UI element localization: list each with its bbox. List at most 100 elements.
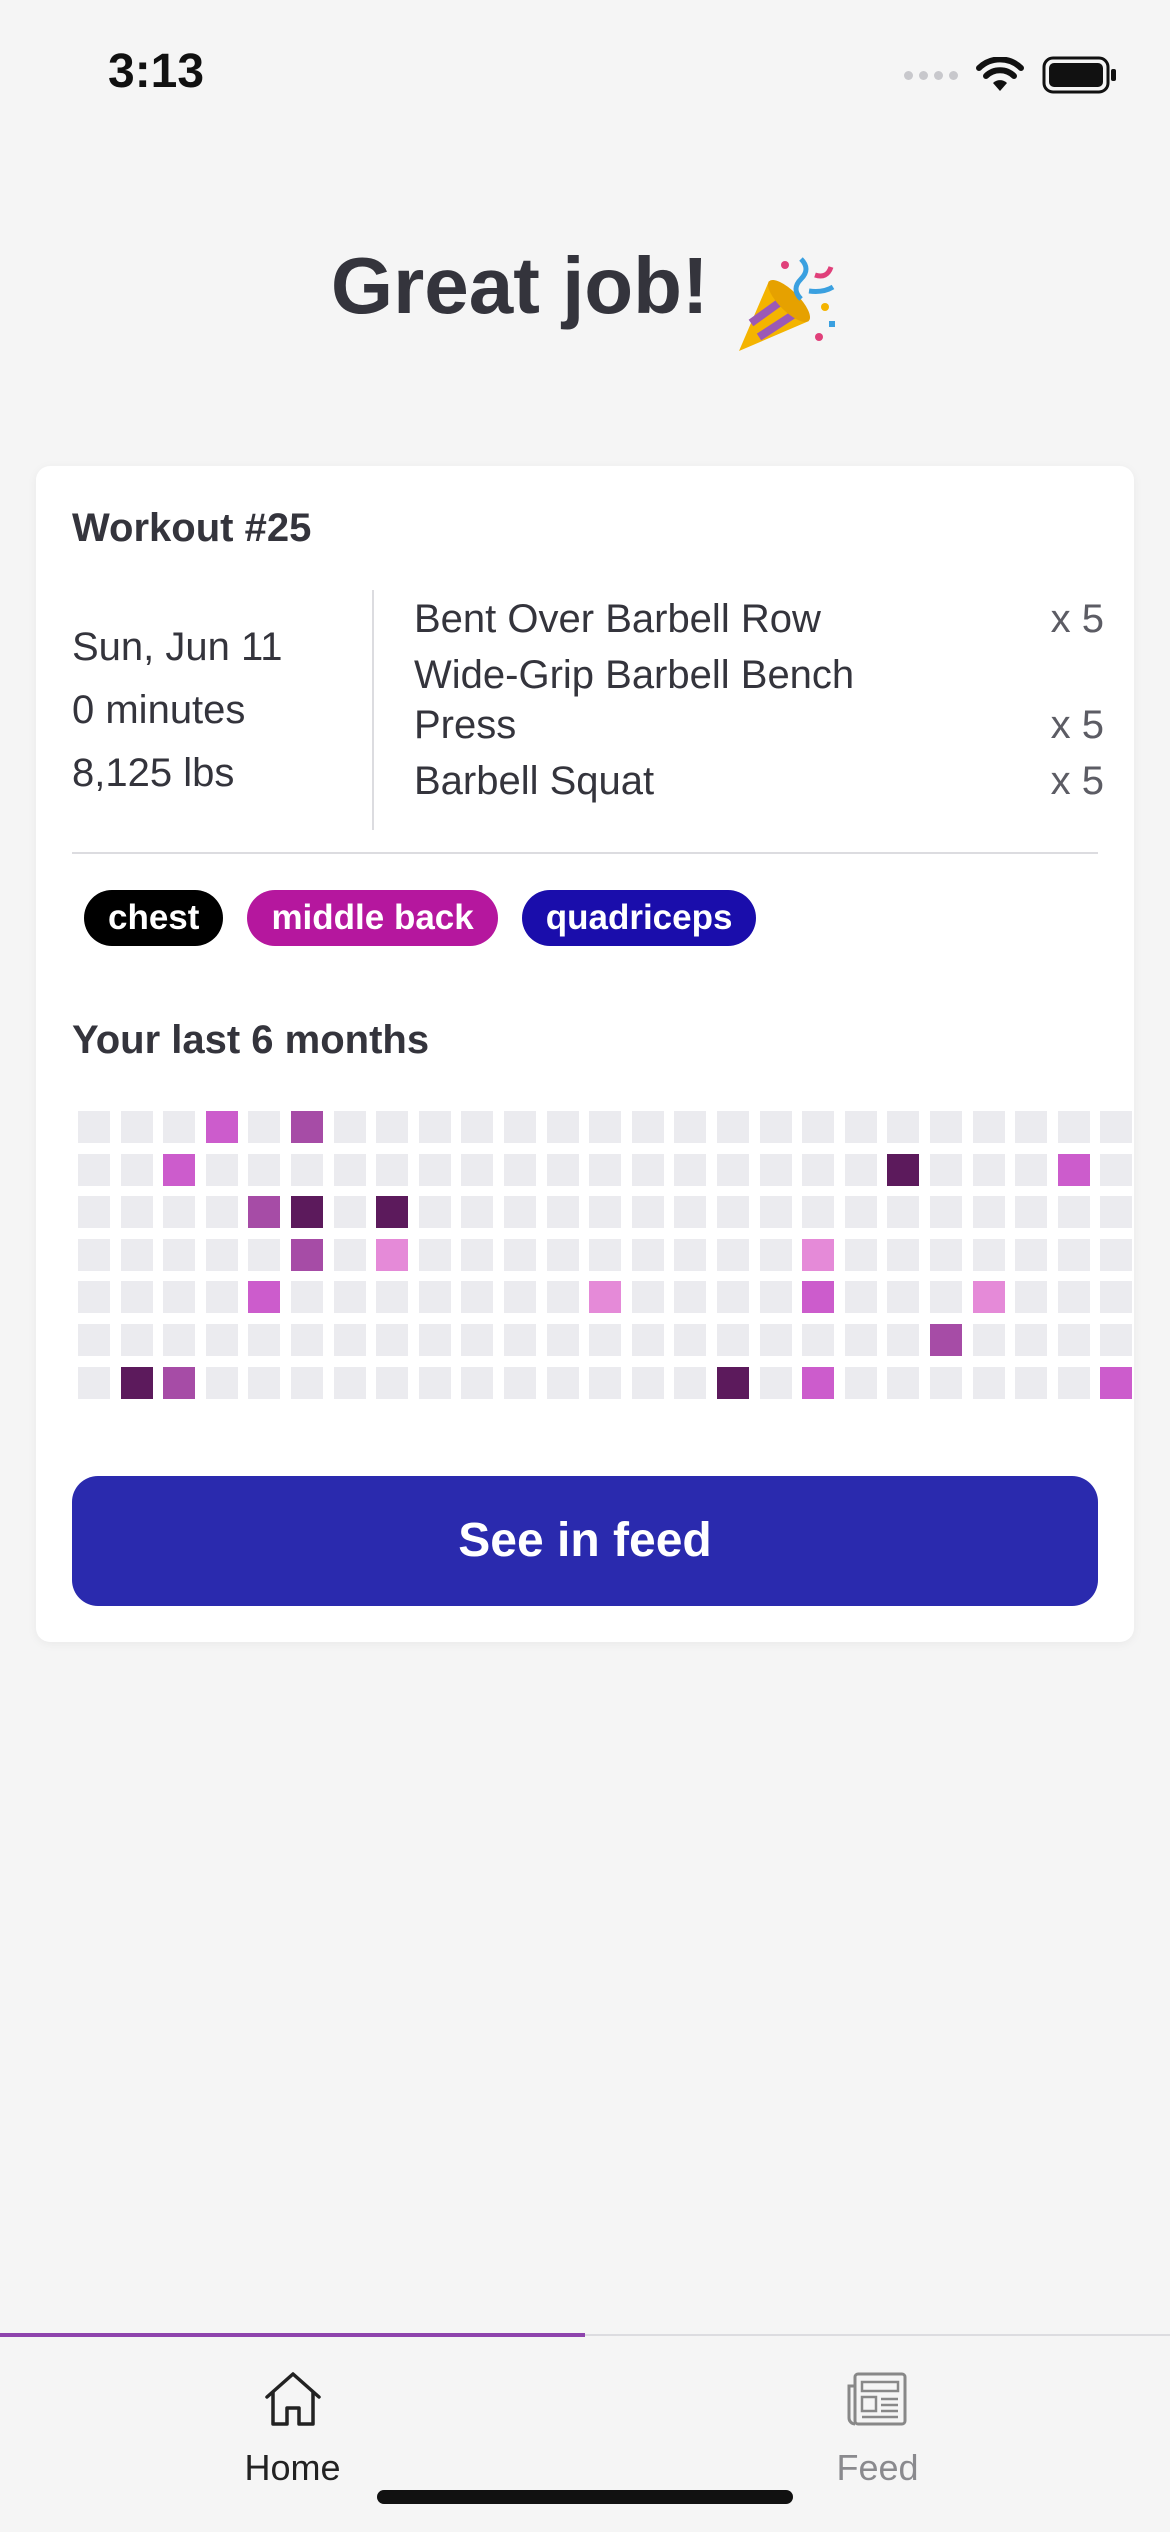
heatmap-cell	[589, 1111, 621, 1143]
heatmap-cell	[1058, 1196, 1090, 1228]
heatmap-cell	[973, 1111, 1005, 1143]
heatmap-cell	[206, 1154, 238, 1186]
heatmap-cell	[163, 1367, 195, 1399]
wifi-icon	[976, 57, 1024, 91]
heatmap-cell	[973, 1367, 1005, 1399]
heatmap-cell	[461, 1324, 493, 1356]
heatmap-cell	[930, 1281, 962, 1313]
page-title: Great job!	[330, 241, 709, 330]
home-indicator	[377, 2490, 793, 2504]
heatmap-cell	[206, 1111, 238, 1143]
heatmap-cell	[504, 1281, 536, 1313]
heatmap-cell	[760, 1196, 792, 1228]
tag-quadriceps: quadriceps	[521, 890, 757, 946]
exercise-name: Wide-Grip Barbell Bench Press	[414, 653, 855, 747]
see-in-feed-button[interactable]: See in feed	[72, 1476, 1098, 1606]
heatmap-cell	[760, 1324, 792, 1356]
heatmap-cell	[248, 1239, 280, 1271]
exercise-sets: x 5	[1050, 597, 1104, 641]
exercise-row: Bent Over Barbell Row x 5	[414, 594, 1104, 644]
heatmap-cell	[334, 1196, 366, 1228]
heatmap-cell	[121, 1367, 153, 1399]
heatmap-cell	[291, 1154, 323, 1186]
heatmap-cell	[291, 1111, 323, 1143]
exercise-sets: x 5	[1050, 759, 1104, 803]
heatmap-cell	[461, 1111, 493, 1143]
heatmap-cell	[845, 1111, 877, 1143]
heatmap-cell	[376, 1111, 408, 1143]
heatmap-cell	[163, 1196, 195, 1228]
heatmap-cell	[589, 1196, 621, 1228]
heatmap-cell	[547, 1154, 579, 1186]
heatmap-cell	[674, 1281, 706, 1313]
heatmap-cell	[717, 1154, 749, 1186]
heatmap-cell	[845, 1154, 877, 1186]
heatmap-cell	[334, 1239, 366, 1271]
heatmap-cell	[930, 1367, 962, 1399]
heatmap-cell	[121, 1154, 153, 1186]
heatmap-cell	[632, 1196, 664, 1228]
active-tab-indicator	[0, 2333, 585, 2337]
heatmap-cell	[163, 1239, 195, 1271]
heatmap-cell	[802, 1324, 834, 1356]
heatmap-cell	[1058, 1324, 1090, 1356]
heatmap-cell	[760, 1154, 792, 1186]
heatmap-cell	[78, 1324, 110, 1356]
heatmap-cell	[973, 1239, 1005, 1271]
heatmap-cell	[547, 1196, 579, 1228]
heatmap-cell	[802, 1111, 834, 1143]
heatmap-cell	[1015, 1324, 1047, 1356]
heatmap-cell	[887, 1281, 919, 1313]
heatmap-cell	[930, 1196, 962, 1228]
exercise-name: Bent Over Barbell Row	[414, 597, 821, 641]
heatmap-cell	[78, 1239, 110, 1271]
status-bar: 3:13	[0, 0, 1170, 150]
heatmap-cell	[1015, 1111, 1047, 1143]
heatmap-cell	[887, 1324, 919, 1356]
heatmap-cell	[248, 1281, 280, 1313]
heatmap-cell	[291, 1196, 323, 1228]
battery-icon	[1042, 56, 1116, 94]
heatmap-cell	[206, 1367, 238, 1399]
tab-feed-label: Feed	[836, 2447, 919, 2488]
heatmap-cell	[504, 1367, 536, 1399]
heatmap-cell	[1058, 1239, 1090, 1271]
heatmap-cell	[1058, 1154, 1090, 1186]
workout-date: Sun, Jun 11	[72, 625, 283, 669]
heatmap-cell	[334, 1111, 366, 1143]
heatmap-cell	[248, 1367, 280, 1399]
heatmap-cell	[291, 1367, 323, 1399]
tab-home[interactable]: Home	[0, 2370, 585, 2489]
header: Great job!	[0, 240, 1170, 366]
heatmap-cell	[419, 1281, 451, 1313]
heatmap-cell	[291, 1281, 323, 1313]
heatmap-cell	[1015, 1196, 1047, 1228]
history-title: Your last 6 months	[72, 1018, 430, 1062]
vertical-divider	[372, 590, 374, 830]
tab-feed[interactable]: Feed	[585, 2370, 1170, 2489]
heatmap-cell	[760, 1281, 792, 1313]
heatmap-cell	[632, 1111, 664, 1143]
heatmap-cell	[717, 1239, 749, 1271]
heatmap-cell	[1100, 1196, 1132, 1228]
exercise-row: Barbell Squat x 5	[414, 756, 1104, 806]
heatmap-cell	[504, 1196, 536, 1228]
heatmap-cell	[717, 1324, 749, 1356]
heatmap-cell	[78, 1154, 110, 1186]
heatmap-cell	[930, 1324, 962, 1356]
heatmap-cell	[461, 1281, 493, 1313]
heatmap-cell	[973, 1281, 1005, 1313]
heatmap-cell	[760, 1111, 792, 1143]
heatmap-cell	[334, 1154, 366, 1186]
heatmap-cell	[78, 1281, 110, 1313]
heatmap-cell	[632, 1281, 664, 1313]
heatmap-cell	[760, 1367, 792, 1399]
heatmap-cell	[461, 1367, 493, 1399]
heatmap-cell	[121, 1196, 153, 1228]
heatmap-cell	[376, 1196, 408, 1228]
status-icons	[904, 52, 1118, 98]
heatmap-cell	[206, 1281, 238, 1313]
heatmap-cell	[674, 1196, 706, 1228]
tag-middle-back: middle back	[247, 890, 498, 946]
heatmap-cell	[78, 1196, 110, 1228]
